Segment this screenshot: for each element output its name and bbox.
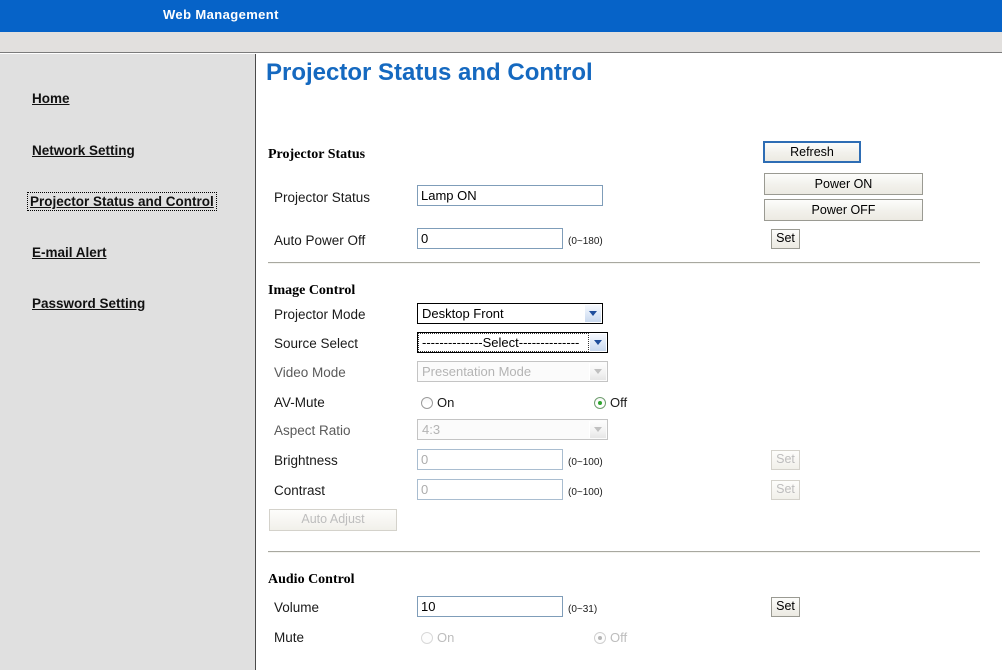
av-mute-on-radio[interactable]: On bbox=[421, 395, 454, 410]
mute-off-label: Off bbox=[610, 630, 628, 645]
refresh-button[interactable]: Refresh bbox=[763, 141, 861, 163]
radio-indicator-selected bbox=[594, 631, 606, 644]
projector-mode-value: Desktop Front bbox=[422, 306, 504, 321]
sidebar-item-network-setting[interactable]: Network Setting bbox=[30, 142, 137, 159]
section-heading-projector-status: Projector Status bbox=[268, 147, 366, 162]
source-select-value: --------------Select-------------- bbox=[422, 335, 580, 350]
label-projector-status: Projector Status bbox=[274, 190, 371, 205]
power-on-button[interactable]: Power ON bbox=[764, 173, 923, 195]
label-volume: Volume bbox=[274, 600, 320, 615]
radio-indicator bbox=[421, 631, 433, 644]
section-heading-image-control: Image Control bbox=[268, 283, 356, 298]
label-video-mode: Video Mode bbox=[274, 365, 346, 380]
auto-power-off-input[interactable] bbox=[417, 228, 563, 249]
video-mode-select: Presentation Mode bbox=[417, 361, 608, 382]
label-av-mute: AV-Mute bbox=[274, 395, 325, 410]
projector-mode-select[interactable]: Desktop Front bbox=[417, 303, 603, 324]
auto-adjust-button: Auto Adjust bbox=[269, 509, 397, 531]
label-auto-power-off: Auto Power Off bbox=[274, 233, 366, 248]
main-content: Projector Status and Control Projector S… bbox=[257, 54, 1002, 670]
brightness-set-button: Set bbox=[771, 450, 800, 470]
divider-image-audio bbox=[268, 551, 980, 553]
projector-status-field[interactable] bbox=[417, 185, 603, 206]
chevron-down-icon bbox=[589, 363, 606, 380]
sidebar-item-password-setting[interactable]: Password Setting bbox=[30, 295, 147, 312]
sidebar: Home Network Setting Projector Status an… bbox=[0, 54, 256, 670]
app-title: Web Management bbox=[163, 7, 279, 22]
mute-on-label: On bbox=[437, 630, 455, 645]
auto-power-off-set-button[interactable]: Set bbox=[771, 229, 800, 249]
radio-indicator-selected bbox=[594, 396, 606, 409]
radio-indicator bbox=[421, 396, 433, 409]
aspect-ratio-value: 4:3 bbox=[422, 422, 441, 437]
header-sub-strip bbox=[0, 32, 1002, 53]
sidebar-item-email-alert[interactable]: E-mail Alert bbox=[30, 244, 109, 261]
label-aspect-ratio: Aspect Ratio bbox=[274, 423, 351, 438]
brightness-range-hint: (0~100) bbox=[568, 457, 603, 468]
source-select-select[interactable]: --------------Select-------------- bbox=[417, 332, 608, 353]
label-contrast: Contrast bbox=[274, 483, 326, 498]
mute-off-radio: Off bbox=[594, 630, 627, 645]
label-source-select: Source Select bbox=[274, 336, 359, 351]
auto-power-off-range-hint: (0~180) bbox=[568, 236, 603, 247]
aspect-ratio-select: 4:3 bbox=[417, 419, 608, 440]
volume-range-hint: (0~31) bbox=[568, 604, 598, 615]
label-mute: Mute bbox=[274, 630, 305, 645]
av-mute-off-label: Off bbox=[610, 395, 628, 410]
chevron-down-icon[interactable] bbox=[589, 334, 606, 351]
divider-status-image bbox=[268, 262, 980, 264]
volume-input[interactable] bbox=[417, 596, 563, 617]
brightness-input bbox=[417, 449, 563, 470]
sidebar-item-projector-status-and-control[interactable]: Projector Status and Control bbox=[27, 192, 217, 211]
power-off-button[interactable]: Power OFF bbox=[764, 199, 923, 221]
section-heading-audio-control: Audio Control bbox=[268, 572, 355, 587]
contrast-input bbox=[417, 479, 563, 500]
volume-set-button[interactable]: Set bbox=[771, 597, 800, 617]
chevron-down-icon bbox=[589, 421, 606, 438]
contrast-set-button: Set bbox=[771, 480, 800, 500]
video-mode-value: Presentation Mode bbox=[422, 364, 532, 379]
chevron-down-icon[interactable] bbox=[584, 305, 601, 322]
app-header-bar bbox=[0, 0, 1002, 32]
page-title: Projector Status and Control bbox=[266, 59, 593, 86]
label-brightness: Brightness bbox=[274, 453, 338, 468]
label-projector-mode: Projector Mode bbox=[274, 307, 366, 322]
av-mute-off-radio[interactable]: Off bbox=[594, 395, 627, 410]
av-mute-on-label: On bbox=[437, 395, 455, 410]
sidebar-item-home[interactable]: Home bbox=[30, 90, 72, 107]
contrast-range-hint: (0~100) bbox=[568, 487, 603, 498]
mute-on-radio: On bbox=[421, 630, 454, 645]
